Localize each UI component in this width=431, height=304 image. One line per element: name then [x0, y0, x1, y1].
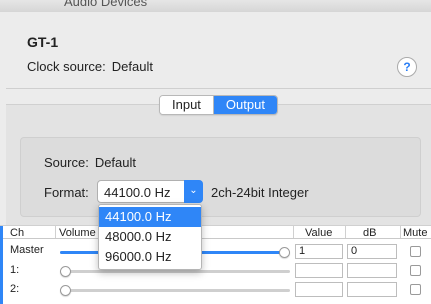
- source-value: Default: [94, 155, 137, 170]
- row-label-2: 2:: [10, 283, 20, 295]
- tab-input[interactable]: Input: [160, 96, 214, 114]
- window-title: Audio Devices: [64, 0, 148, 9]
- row-label-1: 1:: [10, 264, 20, 276]
- clock-source-value: Default: [111, 59, 153, 74]
- table-header-divider: [0, 238, 431, 239]
- column-separator: [293, 226, 294, 238]
- mute-checkbox-1[interactable]: [410, 265, 421, 276]
- menu-item-48000[interactable]: 48000.0 Hz: [99, 227, 201, 247]
- section-divider: [6, 88, 431, 89]
- chevron-down-icon: ⌄: [184, 180, 203, 203]
- db-field-2[interactable]: [347, 282, 397, 297]
- column-separator: [345, 226, 346, 238]
- format-dropdown-menu: 44100.0 Hz 48000.0 Hz 96000.0 Hz: [98, 204, 202, 270]
- volume-knob-1[interactable]: [60, 266, 71, 277]
- mute-checkbox-master[interactable]: [410, 246, 421, 257]
- help-button[interactable]: ?: [397, 57, 417, 77]
- format-popup-button[interactable]: 44100.0 Hz ⌄: [97, 180, 203, 203]
- volume-knob-2[interactable]: [60, 285, 71, 296]
- source-row: Source: Default: [44, 155, 136, 170]
- row-label-master: Master: [10, 244, 44, 256]
- column-separator: [55, 226, 56, 238]
- io-tab-control: Input Output: [159, 95, 278, 115]
- value-field-2[interactable]: [295, 282, 343, 297]
- format-popup-value: 44100.0 Hz: [104, 185, 171, 200]
- device-name: GT-1: [27, 34, 59, 50]
- column-separator: [400, 226, 401, 238]
- db-field-master[interactable]: 0: [347, 244, 397, 259]
- volume-slider-2[interactable]: [60, 289, 290, 292]
- format-detail: 2ch-24bit Integer: [211, 185, 309, 200]
- menu-item-96000[interactable]: 96000.0 Hz: [99, 247, 201, 267]
- db-field-1[interactable]: [347, 263, 397, 278]
- row-selection-marker: [0, 226, 3, 304]
- output-settings-box: [20, 137, 421, 217]
- source-label: Source:: [44, 155, 89, 170]
- format-label: Format:: [44, 185, 89, 200]
- clock-source-row: Clock source: Default: [27, 59, 153, 74]
- menu-item-44100[interactable]: 44100.0 Hz: [99, 207, 201, 227]
- value-field-1[interactable]: [295, 263, 343, 278]
- value-field-master[interactable]: 1: [295, 244, 343, 259]
- mute-checkbox-2[interactable]: [410, 284, 421, 295]
- tab-output[interactable]: Output: [213, 96, 277, 114]
- window-titlebar: Audio Devices: [0, 0, 431, 12]
- volume-knob-master[interactable]: [279, 247, 290, 258]
- volume-slider-1[interactable]: [60, 270, 290, 273]
- clock-source-label: Clock source:: [27, 59, 106, 74]
